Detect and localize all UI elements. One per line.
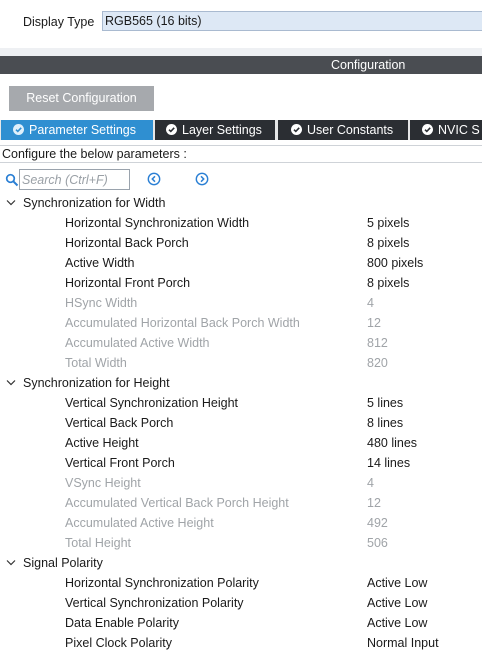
parameter-row[interactable]: Active Height 480 lines bbox=[0, 433, 482, 453]
tab-label: NVIC S bbox=[438, 123, 480, 137]
display-type-label: Display Type bbox=[23, 15, 95, 29]
parameter-row: Accumulated Horizontal Back Porch Width 1… bbox=[0, 313, 482, 333]
parameter-name: Data Enable Polarity bbox=[65, 616, 179, 630]
parameter-row: VSync Height 4 bbox=[0, 473, 482, 493]
parameter-group[interactable]: Synchronization for Height bbox=[0, 373, 482, 393]
parameter-value: 4 bbox=[367, 296, 374, 310]
caret-down-icon[interactable] bbox=[6, 199, 16, 207]
parameter-row[interactable]: Horizontal Synchronization Width 5 pixels bbox=[0, 213, 482, 233]
parameter-row: Accumulated Active Width 812 bbox=[0, 333, 482, 353]
parameter-value[interactable]: 8 lines bbox=[367, 413, 403, 433]
section-separator bbox=[0, 48, 482, 56]
parameter-name: Vertical Synchronization Polarity bbox=[65, 596, 244, 610]
parameter-name: Accumulated Active Width bbox=[65, 336, 210, 350]
tab-layer-settings[interactable]: Layer Settings bbox=[155, 120, 275, 140]
parameter-row[interactable]: Horizontal Front Porch 8 pixels bbox=[0, 273, 482, 293]
tab-parameter-settings[interactable]: Parameter Settings bbox=[1, 120, 153, 140]
check-circle-icon bbox=[422, 124, 433, 136]
parameter-row[interactable]: Vertical Synchronization Polarity Active … bbox=[0, 593, 482, 613]
parameter-value[interactable]: Active Low bbox=[367, 573, 427, 593]
group-label: Synchronization for Height bbox=[23, 376, 170, 390]
parameter-row: Total Width 820 bbox=[0, 353, 482, 373]
parameter-settings-panel: Configure the below parameters : Synchro… bbox=[0, 140, 482, 656]
parameter-name: Accumulated Active Height bbox=[65, 516, 214, 530]
parameter-group[interactable]: Signal Polarity bbox=[0, 553, 482, 573]
display-type-row: Display Type RGB565 (16 bits) bbox=[0, 0, 482, 48]
tab-bar: Parameter Settings Layer Settings User C… bbox=[0, 120, 482, 140]
configuration-header: Configuration bbox=[0, 56, 482, 74]
check-circle-icon bbox=[13, 124, 24, 136]
parameter-name: Total Width bbox=[65, 356, 127, 370]
parameter-value[interactable]: Active Low bbox=[367, 593, 427, 613]
parameter-row[interactable]: Horizontal Back Porch 8 pixels bbox=[0, 233, 482, 253]
parameter-value: 12 bbox=[367, 316, 381, 330]
parameter-row[interactable]: Pixel Clock Polarity Normal Input bbox=[0, 633, 482, 653]
parameter-value[interactable]: 5 lines bbox=[367, 393, 403, 413]
parameter-name: Vertical Synchronization Height bbox=[65, 396, 239, 410]
search-icon[interactable] bbox=[5, 173, 19, 187]
parameter-name: Vertical Back Porch bbox=[65, 416, 174, 430]
cubemx-ltdc-config-panel: Display Type RGB565 (16 bits) Configurat… bbox=[0, 0, 482, 656]
parameter-value: 820 bbox=[367, 356, 388, 370]
parameter-name: VSync Height bbox=[65, 476, 141, 490]
parameter-row[interactable]: Vertical Back Porch 8 lines bbox=[0, 413, 482, 433]
parameter-name: HSync Width bbox=[65, 296, 138, 310]
reset-area: Reset Configuration bbox=[0, 74, 482, 120]
parameter-name: Horizontal Front Porch bbox=[65, 276, 191, 290]
parameter-row[interactable]: Vertical Front Porch 14 lines bbox=[0, 453, 482, 473]
parameter-value: 4 bbox=[367, 476, 374, 490]
check-circle-icon bbox=[166, 124, 177, 136]
tab-user-constants[interactable]: User Constants bbox=[278, 120, 408, 140]
parameter-value[interactable]: 800 pixels bbox=[367, 253, 423, 273]
parameter-name: Vertical Front Porch bbox=[65, 456, 175, 470]
parameter-row: Accumulated Vertical Back Porch Height 12 bbox=[0, 493, 482, 513]
parameter-value: 12 bbox=[367, 496, 381, 510]
parameter-row: Total Height 506 bbox=[0, 533, 482, 553]
parameter-name: Accumulated Vertical Back Porch Height bbox=[65, 496, 289, 510]
parameter-name: Active Width bbox=[65, 256, 135, 270]
parameter-name: Pixel Clock Polarity bbox=[65, 636, 172, 650]
parameter-value[interactable]: Normal Input bbox=[367, 633, 439, 653]
configuration-title: Configuration bbox=[331, 58, 406, 72]
parameter-value[interactable]: 480 lines bbox=[367, 433, 417, 453]
parameter-row[interactable]: Data Enable Polarity Active Low bbox=[0, 613, 482, 633]
parameter-value: 492 bbox=[367, 516, 388, 530]
parameter-row[interactable]: Horizontal Synchronization Polarity Activ… bbox=[0, 573, 482, 593]
group-label: Synchronization for Width bbox=[23, 196, 166, 210]
parameter-row: HSync Width 4 bbox=[0, 293, 482, 313]
tab-nvic-settings[interactable]: NVIC S bbox=[410, 120, 482, 140]
parameter-name: Accumulated Horizontal Back Porch Width bbox=[65, 316, 300, 330]
parameter-name: Active Height bbox=[65, 436, 139, 450]
parameter-row[interactable]: Active Width 800 pixels bbox=[0, 253, 482, 273]
parameter-tree: Synchronization for Width Horizontal Sync… bbox=[0, 193, 482, 653]
parameter-name: Horizontal Synchronization Width bbox=[65, 216, 250, 230]
parameter-group[interactable]: Synchronization for Width bbox=[0, 193, 482, 213]
tab-label: Parameter Settings bbox=[29, 123, 136, 137]
tab-label: Layer Settings bbox=[182, 123, 262, 137]
display-type-field[interactable]: RGB565 (16 bits) bbox=[102, 11, 482, 31]
check-circle-icon bbox=[291, 124, 302, 136]
caret-down-icon[interactable] bbox=[6, 379, 16, 387]
caret-down-icon[interactable] bbox=[6, 559, 16, 567]
configure-note: Configure the below parameters : bbox=[0, 145, 482, 163]
parameter-value[interactable]: 8 pixels bbox=[367, 273, 409, 293]
group-label: Signal Polarity bbox=[23, 556, 103, 570]
parameter-name: Total Height bbox=[65, 536, 132, 550]
parameter-value: 506 bbox=[367, 536, 388, 550]
parameter-row[interactable]: Vertical Synchronization Height 5 lines bbox=[0, 393, 482, 413]
chevron-right-circle-icon[interactable] bbox=[195, 172, 209, 186]
parameter-name: Horizontal Back Porch bbox=[65, 236, 189, 250]
parameter-row: Accumulated Active Height 492 bbox=[0, 513, 482, 533]
tab-label: User Constants bbox=[307, 123, 394, 137]
search-input[interactable] bbox=[19, 169, 130, 190]
parameter-value[interactable]: 14 lines bbox=[367, 453, 410, 473]
parameter-value[interactable]: 8 pixels bbox=[367, 233, 409, 253]
parameter-value[interactable]: Active Low bbox=[367, 613, 427, 633]
chevron-left-circle-icon[interactable] bbox=[147, 172, 161, 186]
parameter-value[interactable]: 5 pixels bbox=[367, 213, 409, 233]
reset-configuration-button[interactable]: Reset Configuration bbox=[9, 86, 154, 111]
parameter-value: 812 bbox=[367, 336, 388, 350]
parameter-name: Horizontal Synchronization Polarity bbox=[65, 576, 259, 590]
